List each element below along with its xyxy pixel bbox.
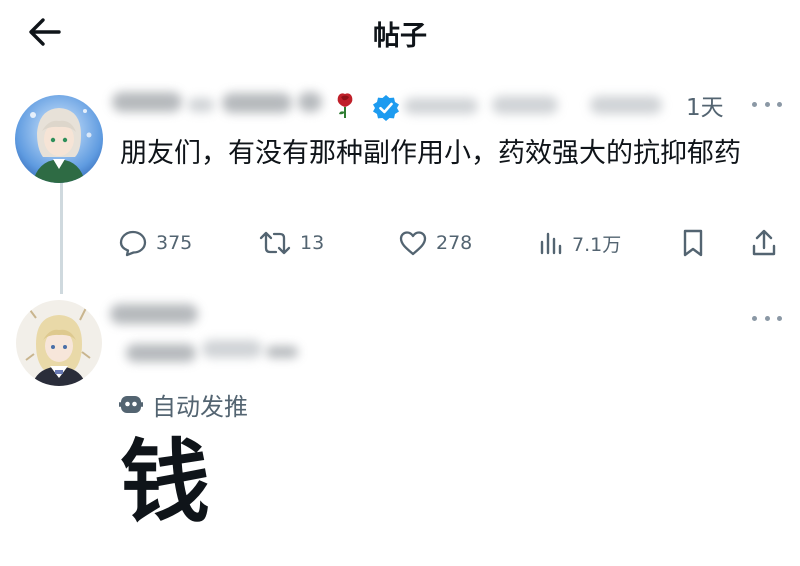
more-dot-icon: [752, 315, 757, 321]
blurred-username: [110, 304, 198, 324]
blurred-username: [126, 344, 196, 362]
like-count: 278: [436, 232, 473, 254]
bookmark-icon: [683, 229, 703, 257]
share-icon: [752, 229, 776, 256]
bar-chart-icon: [540, 232, 562, 255]
robot-icon: [119, 396, 143, 413]
view-count: 7.1万: [572, 233, 622, 256]
like-button[interactable]: 278: [398, 223, 472, 263]
more-dot-icon: [777, 101, 782, 107]
blurred-username: [112, 92, 182, 112]
retweet-icon: [259, 231, 291, 255]
rose-icon: [337, 93, 353, 118]
more-dot-icon: [777, 315, 782, 321]
share-button[interactable]: [750, 223, 778, 263]
retweet-count: 13: [300, 232, 325, 254]
more-dot-icon: [764, 101, 770, 107]
author-avatar[interactable]: [15, 95, 103, 183]
page-title: 帖子: [373, 21, 427, 52]
reply-author-avatar[interactable]: [16, 300, 102, 386]
views-button[interactable]: 7.1万: [538, 223, 621, 263]
post-timestamp[interactable]: 1天: [686, 88, 724, 122]
top-bar: 帖子: [0, 0, 800, 66]
reply-text: 钱: [120, 430, 210, 535]
post-text: 朋友们，有没有那种副作用小，药效强大的抗抑郁药: [120, 138, 741, 169]
post-action-bar: 375 13 278 7.1万: [118, 223, 788, 263]
blurred-handle: [492, 96, 558, 114]
heart-icon: [399, 231, 427, 256]
reply-count: 375: [156, 232, 193, 254]
blurred-handle: [590, 96, 662, 114]
more-dot-icon: [764, 315, 770, 321]
blurred-handle: [202, 340, 262, 358]
thread-connector-line: [60, 182, 63, 294]
blurred-username: [298, 92, 322, 112]
blurred-handle: [404, 98, 478, 114]
reply-more-options-button[interactable]: [752, 306, 782, 330]
retweet-button[interactable]: 13: [258, 223, 324, 263]
blurred-username: [222, 93, 292, 113]
automated-label-text: 自动发推: [152, 392, 248, 421]
verified-badge-icon: [373, 95, 399, 121]
reply-button[interactable]: 375: [118, 223, 192, 263]
automated-account-label[interactable]: 自动发推: [118, 386, 248, 422]
bookmark-button[interactable]: [680, 223, 706, 263]
reply-icon: [119, 230, 147, 257]
more-options-button[interactable]: [752, 92, 782, 116]
blurred-handle: [266, 346, 298, 358]
blurred-username: [188, 98, 214, 112]
more-dot-icon: [752, 101, 757, 107]
